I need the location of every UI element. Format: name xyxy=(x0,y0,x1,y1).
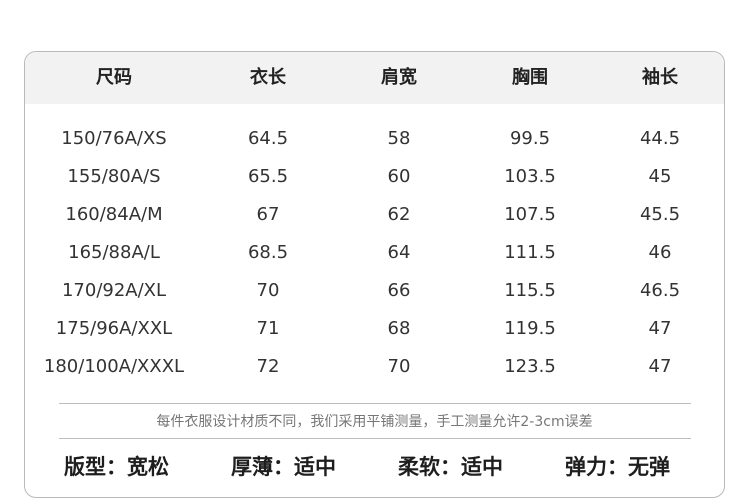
header-size: 尺码 xyxy=(96,67,132,88)
cell-shoulder: 68 xyxy=(387,318,411,339)
attr-softness: 柔软：适中 xyxy=(398,455,503,479)
cell-sleeve: 47 xyxy=(648,356,672,377)
divider-top xyxy=(59,403,691,404)
cell-length: 64.5 xyxy=(247,128,289,149)
cell-sleeve: 45.5 xyxy=(639,204,681,225)
cell-sleeve: 44.5 xyxy=(639,128,681,149)
cell-size: 180/100A/XXXL xyxy=(43,356,185,377)
attr-fit: 版型：宽松 xyxy=(64,455,169,479)
cell-shoulder: 64 xyxy=(387,242,411,263)
table-header: 尺码 衣长 肩宽 胸围 袖长 xyxy=(25,52,724,104)
cell-chest: 107.5 xyxy=(504,204,556,225)
header-chest: 胸围 xyxy=(512,67,548,88)
divider-bottom xyxy=(59,438,691,439)
size-chart-card: 尺码 衣长 肩宽 胸围 袖长 150/76A/XS 64.5 58 99.5 4… xyxy=(24,51,725,498)
table-row: 170/92A/XL 70 66 115.5 46.5 xyxy=(25,272,724,310)
cell-size: 170/92A/XL xyxy=(61,280,167,301)
cell-chest: 123.5 xyxy=(504,356,556,377)
cell-length: 70 xyxy=(256,280,280,301)
cell-chest: 103.5 xyxy=(504,166,556,187)
cell-size: 150/76A/XS xyxy=(61,128,167,149)
cell-chest: 99.5 xyxy=(509,128,551,149)
table-row: 155/80A/S 65.5 60 103.5 45 xyxy=(25,158,724,196)
cell-length: 65.5 xyxy=(247,166,289,187)
cell-shoulder: 58 xyxy=(387,128,411,149)
cell-chest: 111.5 xyxy=(504,242,556,263)
cell-chest: 119.5 xyxy=(504,318,556,339)
cell-length: 71 xyxy=(256,318,280,339)
cell-sleeve: 45 xyxy=(648,166,672,187)
cell-size: 155/80A/S xyxy=(67,166,161,187)
cell-size: 175/96A/XXL xyxy=(55,318,173,339)
cell-length: 72 xyxy=(256,356,280,377)
cell-shoulder: 60 xyxy=(387,166,411,187)
cell-sleeve: 46 xyxy=(648,242,672,263)
cell-sleeve: 46.5 xyxy=(639,280,681,301)
measurement-note: 每件衣服设计材质不同，我们采用平铺测量，手工测量允许2-3cm误差 xyxy=(156,414,593,430)
cell-sleeve: 47 xyxy=(648,318,672,339)
cell-shoulder: 70 xyxy=(387,356,411,377)
cell-shoulder: 62 xyxy=(387,204,411,225)
cell-shoulder: 66 xyxy=(387,280,411,301)
header-sleeve: 袖长 xyxy=(642,67,678,88)
attr-elasticity: 弹力：无弹 xyxy=(565,455,670,479)
table-row: 175/96A/XXL 71 68 119.5 47 xyxy=(25,310,724,348)
table-row: 165/88A/L 68.5 64 111.5 46 xyxy=(25,234,724,272)
attr-thickness: 厚薄：适中 xyxy=(231,455,336,479)
header-length: 衣长 xyxy=(250,67,286,88)
header-shoulder: 肩宽 xyxy=(381,67,417,88)
cell-size: 160/84A/M xyxy=(65,204,163,225)
cell-size: 165/88A/L xyxy=(68,242,160,263)
fabric-attributes: 版型：宽松 厚薄：适中 柔软：适中 弹力：无弹 xyxy=(25,450,724,484)
table-row: 150/76A/XS 64.5 58 99.5 44.5 xyxy=(25,120,724,158)
cell-length: 67 xyxy=(256,204,280,225)
table-row: 160/84A/M 67 62 107.5 45.5 xyxy=(25,196,724,234)
table-row: 180/100A/XXXL 72 70 123.5 47 xyxy=(25,348,724,386)
cell-chest: 115.5 xyxy=(504,280,556,301)
cell-length: 68.5 xyxy=(247,242,289,263)
